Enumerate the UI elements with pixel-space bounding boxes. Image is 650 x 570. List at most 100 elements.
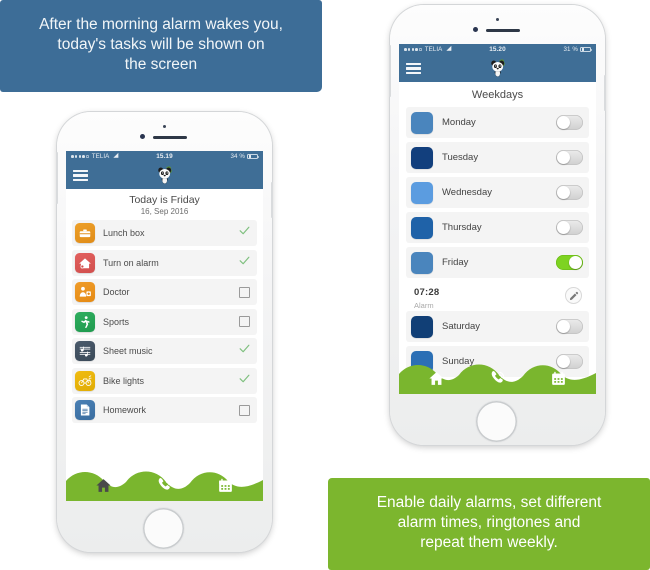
home-icon[interactable] (94, 476, 113, 495)
task-checkbox[interactable] (239, 286, 250, 298)
phone-right-earpiece (486, 29, 520, 32)
hamburger-menu-icon[interactable] (73, 169, 88, 182)
phone-right-side-button (389, 44, 391, 98)
signal-strength-icon (71, 155, 89, 158)
signal-strength-icon (404, 48, 422, 51)
task-row[interactable]: Homework (72, 397, 257, 423)
weekday-row[interactable]: Wednesday (406, 177, 589, 208)
caption-top-line-2: today's tasks will be shown on (57, 36, 265, 54)
caption-top: After the morning alarm wakes you, today… (0, 0, 322, 92)
panda-logo-icon (486, 56, 510, 80)
weekday-toggle[interactable] (556, 150, 583, 165)
phone-left-sensor (163, 125, 167, 129)
alarm-detail-row: 07:28 Alarm (406, 282, 589, 311)
weekday-toggle[interactable] (556, 319, 583, 334)
task-row[interactable]: Doctor (72, 279, 257, 305)
weekday-color-swatch[interactable] (411, 181, 433, 204)
weekday-color-swatch[interactable] (411, 146, 433, 169)
task-label: Lunch box (103, 228, 145, 238)
weekday-toggle[interactable] (556, 220, 583, 235)
right-nav-icons (399, 367, 596, 389)
phone-right-screen: TELIA ◢ 15.20 31 % Weekdays Monday Tuesd… (399, 44, 596, 394)
task-label: Doctor (103, 287, 130, 297)
phone-left-home-button[interactable] (143, 508, 184, 549)
ringtone-icon[interactable] (488, 369, 507, 388)
app-store-screenshot-pair: After the morning alarm wakes you, today… (0, 0, 650, 570)
right-battery-percent: 31 % (563, 46, 578, 53)
weekday-row[interactable]: Friday (406, 247, 589, 278)
hamburger-menu-icon[interactable] (406, 62, 421, 75)
sheet-music-icon (75, 341, 95, 361)
pencil-edit-icon[interactable] (565, 287, 582, 304)
weekday-color-swatch[interactable] (411, 315, 433, 338)
caption-bottom: Enable daily alarms, set different alarm… (328, 478, 650, 570)
weekday-label: Saturday (442, 321, 481, 332)
weekday-label: Monday (442, 117, 476, 128)
task-row[interactable]: Sheet music (72, 338, 257, 364)
phone-right-home-button[interactable] (476, 401, 517, 442)
weekday-row[interactable]: Tuesday (406, 142, 589, 173)
caption-top-line-3: the screen (124, 55, 198, 73)
weekday-toggle[interactable] (556, 115, 583, 130)
task-done-check-icon[interactable] (238, 224, 251, 242)
left-status-bar: TELIA ◢ 15.19 34 % (66, 151, 263, 162)
task-checkbox[interactable] (239, 404, 250, 416)
weekday-label: Thursday (442, 222, 482, 233)
left-carrier-label: TELIA (91, 153, 110, 160)
weekday-color-swatch[interactable] (411, 216, 433, 239)
phone-left-earpiece (153, 136, 187, 139)
task-row[interactable]: Sports (72, 308, 257, 335)
phone-left-front-camera (140, 134, 145, 139)
phone-left: TELIA ◢ 15.19 34 % Today is Friday 16, S… (56, 112, 273, 552)
weekday-color-swatch[interactable] (411, 111, 433, 134)
right-status-bar: TELIA ◢ 15.20 31 % (399, 44, 596, 55)
caption-bottom-line-3: repeat them weekly. (420, 533, 558, 551)
phone-right-power-button (604, 75, 606, 111)
right-bottom-nav (399, 360, 596, 394)
task-label: Sheet music (103, 346, 153, 356)
caption-bottom-line-1: Enable daily alarms, set different (376, 494, 602, 512)
task-row[interactable]: Turn on alarm (72, 249, 257, 276)
weekday-color-swatch[interactable] (411, 251, 433, 274)
ringtone-icon[interactable] (155, 476, 174, 495)
today-title: Today is Friday (129, 194, 200, 206)
weekday-toggle[interactable] (556, 185, 583, 200)
weekday-toggle[interactable] (556, 255, 583, 270)
house-alarm-icon (75, 252, 95, 273)
task-label: Sports (103, 316, 130, 327)
phone-right: TELIA ◢ 15.20 31 % Weekdays Monday Tuesd… (389, 5, 606, 445)
task-label: Homework (103, 405, 147, 415)
phone-left-screen: TELIA ◢ 15.19 34 % Today is Friday 16, S… (66, 151, 263, 501)
left-battery-percent: 34 % (230, 153, 245, 160)
weekday-label: Tuesday (442, 152, 479, 163)
homework-icon (75, 400, 95, 420)
phone-left-power-button (271, 182, 273, 218)
task-label: Bike lights (103, 375, 145, 386)
weekdays-title: Weekdays (399, 82, 596, 107)
task-row[interactable]: Lunch box (72, 220, 257, 246)
phone-right-sensor (496, 18, 500, 22)
sports-icon (75, 311, 95, 332)
calendar-icon[interactable] (216, 476, 235, 495)
phone-left-side-button (56, 151, 58, 205)
caption-top-line-1: After the morning alarm wakes you, (39, 16, 283, 34)
weekday-row[interactable]: Thursday (406, 212, 589, 243)
task-row[interactable]: Bike lights (72, 367, 257, 394)
doctor-icon (75, 282, 95, 302)
home-icon[interactable] (427, 369, 446, 388)
weekday-row[interactable]: Monday (406, 107, 589, 138)
left-day-header: Today is Friday 16, Sep 2016 (66, 189, 263, 220)
battery-icon (247, 153, 259, 160)
task-done-check-icon[interactable] (238, 254, 251, 272)
weekday-row[interactable]: Saturday (406, 311, 589, 342)
right-nav-bar (399, 55, 596, 82)
task-done-check-icon[interactable] (238, 342, 251, 360)
right-carrier-label: TELIA (424, 46, 443, 53)
calendar-icon[interactable] (549, 369, 568, 388)
panda-logo-icon (153, 163, 177, 187)
alarm-sublabel: Alarm (414, 300, 434, 310)
left-bottom-nav (66, 467, 263, 501)
lunchbox-icon (75, 223, 95, 243)
task-checkbox[interactable] (239, 316, 250, 327)
task-done-check-icon[interactable] (238, 372, 251, 390)
